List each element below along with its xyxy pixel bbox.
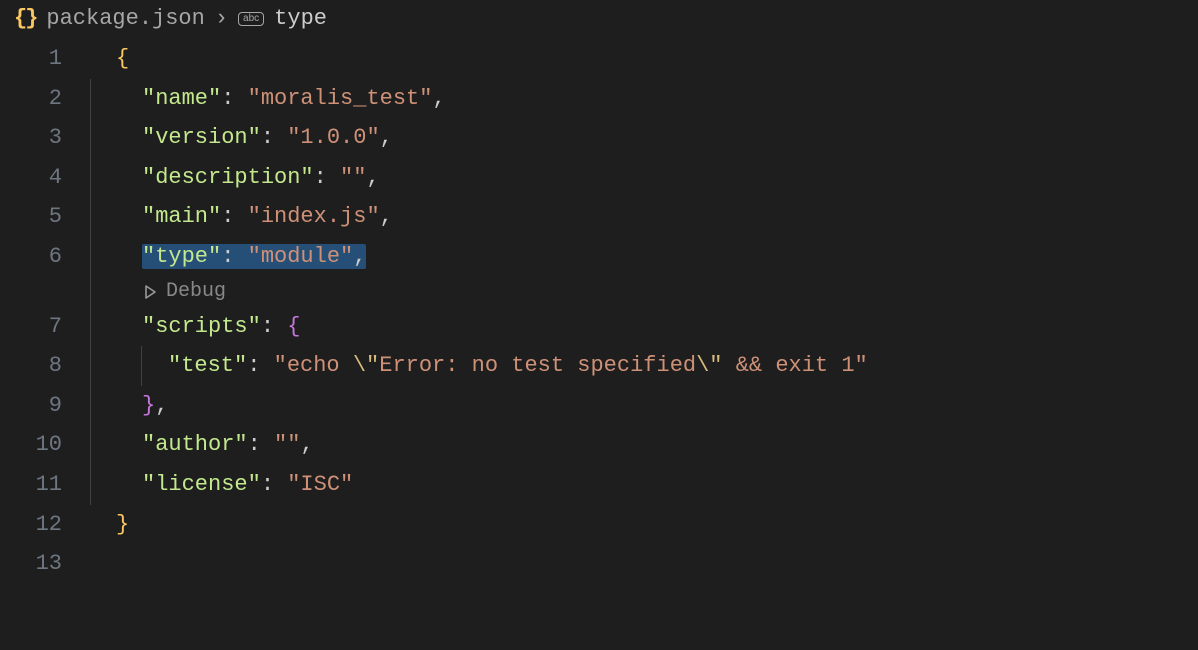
line-number: 6 (0, 237, 90, 277)
breadcrumb-property[interactable]: type (274, 6, 327, 31)
line-number: 5 (0, 197, 90, 237)
indent-guide (90, 346, 91, 386)
code-line: 9 }, (0, 386, 1198, 426)
line-number: 11 (0, 465, 90, 505)
code-editor[interactable]: 1 { 2 "name": "moralis_test", 3 "version… (0, 39, 1198, 584)
code-line: 8 "test": "echo \"Error: no test specifi… (0, 346, 1198, 386)
play-icon[interactable] (142, 284, 158, 300)
line-number: 8 (0, 346, 90, 386)
line-number: 13 (0, 544, 90, 584)
brace-close: } (116, 512, 129, 537)
indent-guide (90, 158, 91, 198)
string-property-icon: abc (238, 12, 264, 26)
code-line: 5 "main": "index.js", (0, 197, 1198, 237)
code-line: 7 "scripts": { (0, 307, 1198, 347)
code-line: 11 "license": "ISC" (0, 465, 1198, 505)
codelens-row: Debug (0, 277, 1198, 307)
line-number: 12 (0, 505, 90, 545)
line-number: 2 (0, 79, 90, 119)
chevron-right-icon: › (215, 6, 228, 31)
selection-highlight: "type": "module", (142, 244, 366, 269)
code-line: 4 "description": "", (0, 158, 1198, 198)
breadcrumb-bar: {} package.json › abc type (0, 0, 1198, 39)
indent-guide (90, 79, 91, 119)
line-number: 9 (0, 386, 90, 426)
line-number: 1 (0, 39, 90, 79)
code-line: 3 "version": "1.0.0", (0, 118, 1198, 158)
indent-guide (90, 386, 91, 426)
breadcrumb-file[interactable]: package.json (46, 6, 204, 31)
indent-guide (90, 197, 91, 237)
brace-open: { (116, 46, 129, 71)
indent-guide (90, 465, 91, 505)
code-line: 6 "type": "module", (0, 237, 1198, 277)
json-file-icon: {} (14, 6, 36, 31)
code-line: 2 "name": "moralis_test", (0, 79, 1198, 119)
code-line: 1 { (0, 39, 1198, 79)
code-line: 10 "author": "", (0, 425, 1198, 465)
line-number: 10 (0, 425, 90, 465)
indent-guide (90, 118, 91, 158)
indent-guide (90, 425, 91, 465)
line-number: 7 (0, 307, 90, 347)
indent-guide (90, 277, 91, 307)
code-line: 13 (0, 544, 1198, 584)
code-line: 12 } (0, 505, 1198, 545)
debug-codelens[interactable]: Debug (166, 277, 226, 307)
indent-guide (90, 237, 91, 277)
indent-guide (90, 307, 91, 347)
line-number: 4 (0, 158, 90, 198)
line-number: 3 (0, 118, 90, 158)
